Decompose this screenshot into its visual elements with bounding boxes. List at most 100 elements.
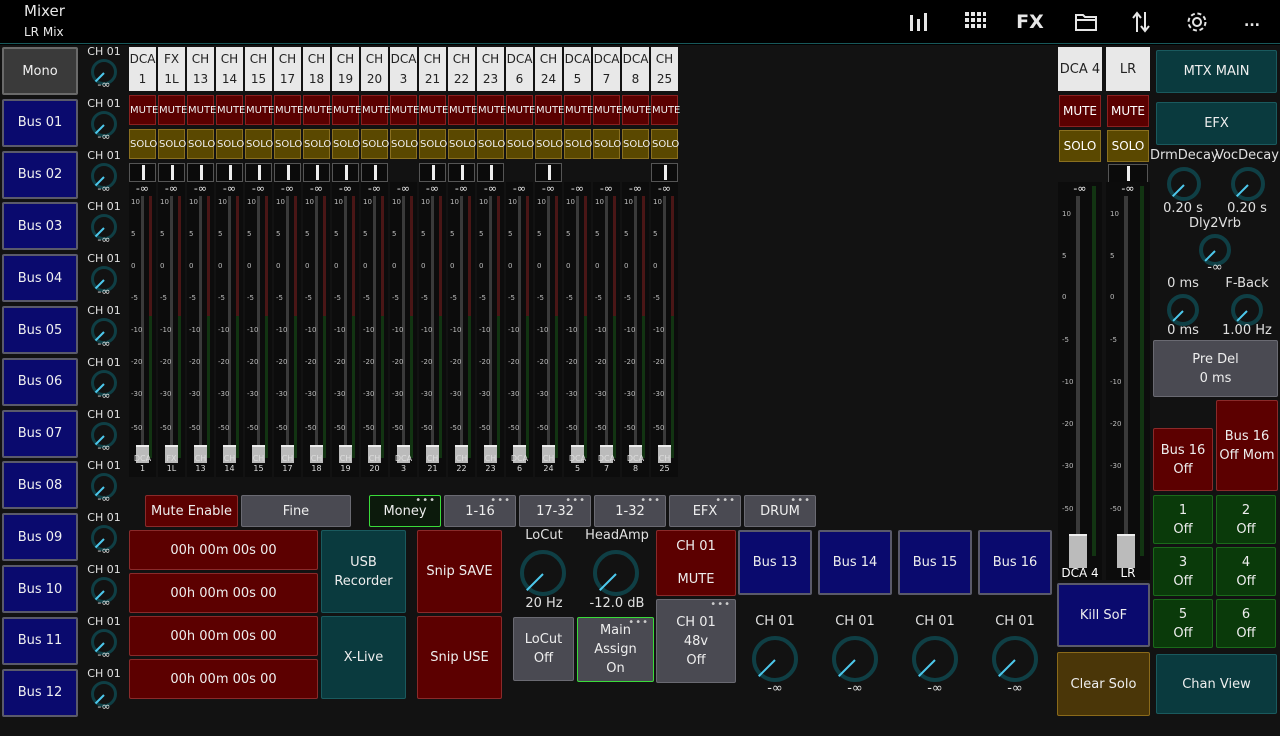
folder-icon[interactable] [1071,8,1101,36]
pan-control[interactable] [274,163,301,182]
pan-control[interactable] [332,163,359,182]
channel-fader[interactable]: -∞ 10 5 0 -5 -10 -20 -30 -50 FX 1L [158,182,185,477]
vocdecay-knob[interactable] [1231,167,1265,201]
channel-fader[interactable]: -∞ 10 5 0 -5 -10 -20 -30 -50 CH 13 [187,182,214,477]
master-fader[interactable]: -∞ 10 5 0 -5 -10 -20 -30 -50 LR [1106,182,1150,580]
fx-icon[interactable]: FX [1015,8,1045,36]
pan-control[interactable] [216,163,243,182]
channel-name[interactable]: CH 15 [245,47,272,91]
mute-enable-button[interactable]: Mute Enable [145,495,238,527]
chan-view-button[interactable]: Chan View [1156,654,1277,714]
channel-name[interactable]: DCA 5 [564,47,591,91]
bus-button[interactable]: Bus 02 [2,150,78,199]
master-name[interactable]: DCA 4 [1058,47,1102,91]
solo-button[interactable]: SOLO [593,129,621,159]
pan-control[interactable] [419,163,446,182]
mute-button[interactable]: MUTE [477,95,506,125]
mute-group-button[interactable]: 1 Off [1153,495,1213,544]
drmdecay-knob[interactable] [1167,167,1201,201]
pan-control[interactable] [245,163,272,182]
pan-control[interactable] [129,163,156,182]
solo-button[interactable]: SOLO [129,129,157,159]
usb-recorder-button[interactable]: USB Recorder [321,530,406,613]
clear-solo-button[interactable]: Clear Solo [1057,652,1150,716]
mtx-main-button[interactable]: MTX MAIN [1156,50,1277,93]
bus-send-button[interactable]: Bus 13 [738,530,812,595]
gear-icon[interactable] [1182,8,1212,36]
channel-name[interactable]: CH 21 [419,47,446,91]
bus-button[interactable]: Bus 04 [2,254,78,303]
channel-name[interactable]: CH 13 [187,47,214,91]
channel-fader[interactable]: -∞ 10 5 0 -5 -10 -20 -30 -50 CH 22 [448,182,475,477]
channel-name[interactable]: DCA 1 [129,47,156,91]
bus-button[interactable]: Bus 09 [2,513,78,562]
channel-name[interactable]: CH 17 [274,47,301,91]
pan-control[interactable] [187,163,214,182]
bus-send-button[interactable]: Bus 16 [978,530,1052,595]
solo-button[interactable]: SOLO [158,129,186,159]
mute-button[interactable]: MUTE [622,95,651,125]
bus-button[interactable]: Bus 07 [2,409,78,458]
pan-control[interactable] [535,163,562,182]
layer-tab[interactable]: ••• 17-32 [519,495,591,527]
channel-name[interactable]: DCA 3 [390,47,417,91]
channel-fader[interactable]: -∞ 10 5 0 -5 -10 -20 -30 -50 DCA 7 [593,182,620,477]
bus-button[interactable]: Bus 06 [2,357,78,406]
solo-button[interactable]: SOLO [274,129,302,159]
headamp-knob[interactable] [593,550,639,596]
channel-fader[interactable]: -∞ 10 5 0 -5 -10 -20 -30 -50 CH 19 [332,182,359,477]
channel-fader[interactable]: -∞ 10 5 0 -5 -10 -20 -30 -50 DCA 3 [390,182,417,477]
pan-control[interactable] [651,163,678,182]
mute-button[interactable]: MUTE [216,95,245,125]
channel-fader[interactable]: -∞ 10 5 0 -5 -10 -20 -30 -50 CH 14 [216,182,243,477]
solo-button[interactable]: SOLO [506,129,534,159]
bus-button[interactable]: Mono [2,47,78,95]
bus-send-knob[interactable] [832,636,878,682]
pan-control[interactable] [448,163,475,182]
pan-control[interactable] [158,163,185,182]
mute-group-button[interactable]: 2 Off [1216,495,1276,544]
channel-name[interactable]: CH 23 [477,47,504,91]
channel-fader[interactable]: -∞ 10 5 0 -5 -10 -20 -30 -50 CH 24 [535,182,562,477]
pan-control[interactable] [477,163,504,182]
mute-group-button[interactable]: 6 Off [1216,599,1276,648]
channel-fader[interactable]: -∞ 10 5 0 -5 -10 -20 -30 -50 DCA 5 [564,182,591,477]
channel-name[interactable]: CH 19 [332,47,359,91]
channel-name[interactable]: CH 20 [361,47,388,91]
bus-send-button[interactable]: Bus 14 [818,530,892,595]
layer-tab[interactable]: ••• 1-32 [594,495,666,527]
solo-button[interactable]: SOLO [535,129,563,159]
mute-button[interactable]: MUTE [564,95,593,125]
snip-save-button[interactable]: Snip SAVE [417,530,502,613]
layer-tab[interactable]: ••• DRUM [744,495,816,527]
snip-use-button[interactable]: Snip USE [417,616,502,699]
channel-fader[interactable]: -∞ 10 5 0 -5 -10 -20 -30 -50 DCA 1 [129,182,156,477]
solo-button[interactable]: SOLO [448,129,476,159]
bus-button[interactable]: Bus 10 [2,565,78,613]
channel-mute-button[interactable]: CH 01 MUTE [656,530,736,596]
master-solo-button[interactable]: SOLO [1107,130,1149,162]
meters-icon[interactable] [904,8,934,36]
more-icon[interactable]: ... [1237,8,1267,36]
solo-button[interactable]: SOLO [361,129,389,159]
pan-control[interactable] [361,163,388,182]
locut-knob[interactable] [520,550,566,596]
mute-button[interactable]: MUTE [274,95,303,125]
mute-button[interactable]: MUTE [419,95,448,125]
routing-icon[interactable] [1126,8,1156,36]
pan-control[interactable] [303,163,330,182]
fine-button[interactable]: Fine [241,495,351,527]
channel-fader[interactable]: -∞ 10 5 0 -5 -10 -20 -30 -50 CH 23 [477,182,504,477]
layer-tab[interactable]: ••• Money [369,495,441,527]
mute-button[interactable]: MUTE [129,95,158,125]
bus-button[interactable]: Bus 11 [2,616,78,665]
master-fader[interactable]: -∞ 10 5 0 -5 -10 -20 -30 -50 DCA 4 [1058,182,1102,580]
channel-name[interactable]: DCA 6 [506,47,533,91]
bus-button[interactable]: Bus 08 [2,461,78,510]
channel-fader[interactable]: -∞ 10 5 0 -5 -10 -20 -30 -50 CH 15 [245,182,272,477]
master-mute-button[interactable]: MUTE [1059,95,1101,127]
delay-knob[interactable] [1167,294,1199,326]
solo-button[interactable]: SOLO [564,129,592,159]
xlive-button[interactable]: X-Live [321,616,406,699]
solo-button[interactable]: SOLO [303,129,331,159]
